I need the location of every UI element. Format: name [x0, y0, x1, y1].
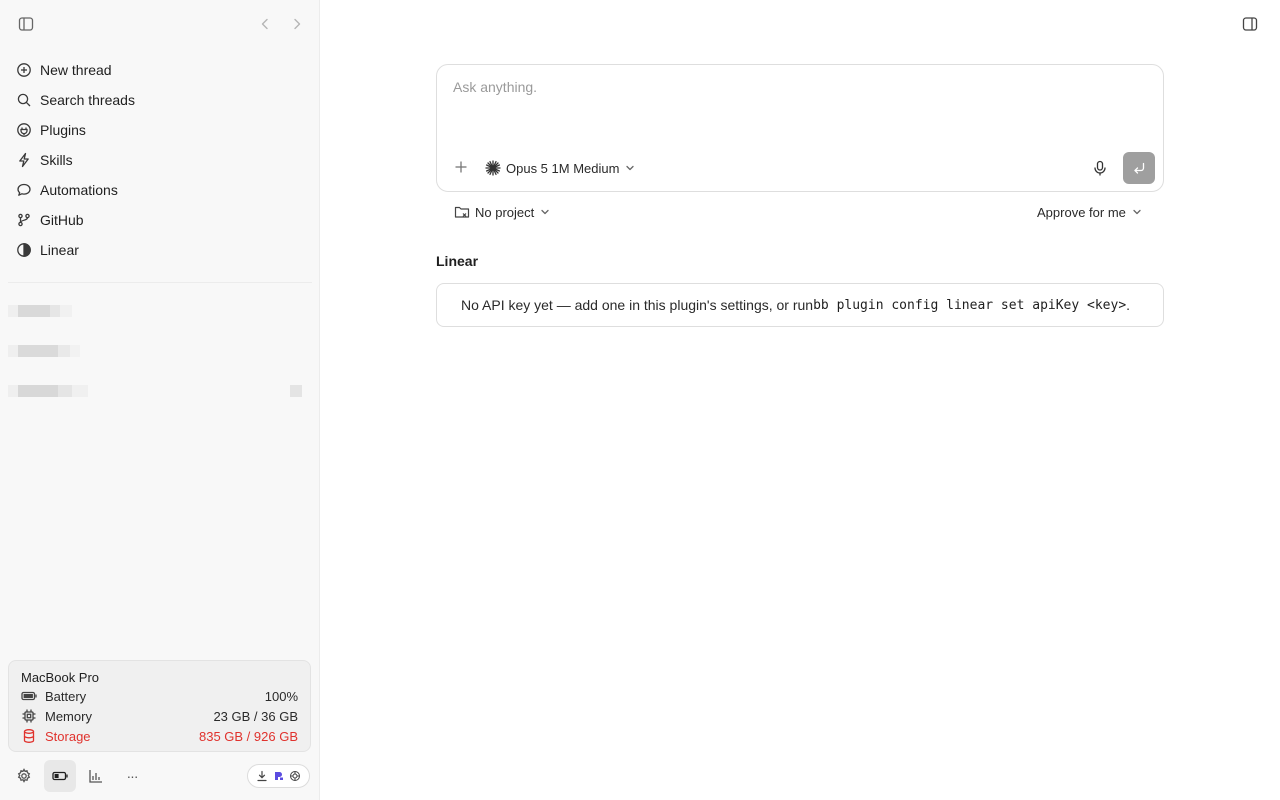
approval-label: Approve for me	[1037, 204, 1126, 220]
battery-stats-button[interactable]	[44, 760, 76, 792]
model-label: Opus 5 1M Medium	[506, 160, 620, 176]
redacted-thread-item[interactable]	[8, 341, 312, 361]
download-icon[interactable]	[255, 769, 269, 783]
sidebar: New thread Search threads Plugins Skills…	[0, 0, 320, 800]
storage-label: Storage	[45, 728, 91, 744]
search-icon	[16, 92, 32, 108]
nav-label: New thread	[40, 62, 112, 78]
chat-bubble-icon	[16, 182, 32, 198]
panel-toggle-icon[interactable]	[1240, 14, 1260, 34]
notice-end: .	[1126, 297, 1131, 313]
storage-value: 835 GB / 926 GB	[198, 728, 298, 744]
gear-icon	[16, 768, 32, 784]
return-arrow-icon	[1132, 161, 1146, 175]
nav-new-thread[interactable]: New thread	[8, 55, 312, 85]
battery-toggle-icon	[52, 768, 68, 784]
project-label: No project	[475, 204, 535, 220]
sparkle-icon	[485, 160, 501, 176]
settings-button[interactable]	[8, 760, 40, 792]
prompt-input[interactable]	[453, 79, 1143, 139]
project-selector[interactable]: No project	[454, 201, 551, 223]
notice-text: No API key yet — add one in this plugin'…	[461, 297, 814, 313]
model-selector[interactable]: Opus 5 1M Medium	[485, 158, 636, 178]
nav-label: Search threads	[40, 92, 135, 108]
approval-selector[interactable]: Approve for me	[1037, 201, 1143, 223]
battery-label: Battery	[45, 688, 87, 704]
sidebar-toggle-icon[interactable]	[16, 14, 36, 34]
nav-label: Automations	[40, 182, 118, 198]
git-branch-icon	[16, 212, 32, 228]
nav-label: Linear	[40, 242, 79, 258]
chip-icon	[21, 708, 37, 724]
folder-x-icon	[454, 204, 470, 220]
send-button[interactable]	[1123, 152, 1155, 184]
usage-chart-button[interactable]	[80, 760, 112, 792]
redacted-thread-item[interactable]	[8, 301, 312, 321]
linear-api-key-notice: No API key yet — add one in this plugin'…	[436, 283, 1164, 327]
half-circle-icon	[16, 242, 32, 258]
nav-automations[interactable]: Automations	[8, 175, 312, 205]
device-stats-card: MacBook Pro Battery 100% Memory 23 GB / …	[8, 660, 311, 752]
more-button[interactable]: ···	[116, 760, 148, 792]
memory-label: Memory	[45, 708, 92, 724]
attach-plus-icon[interactable]	[452, 158, 470, 176]
device-title: MacBook Pro	[21, 670, 100, 685]
notice-command: bb plugin config linear set apiKey <key>	[813, 297, 1127, 313]
nav-plugins[interactable]: Plugins	[8, 115, 312, 145]
status-pill[interactable]	[247, 764, 310, 788]
memory-value: 23 GB / 36 GB	[213, 708, 298, 724]
redacted-thread-item[interactable]	[8, 381, 312, 401]
battery-value: 100%	[264, 688, 298, 704]
nav-search-threads[interactable]: Search threads	[8, 85, 312, 115]
nav-label: Plugins	[40, 122, 86, 138]
storage-row: Storage 835 GB / 926 GB	[21, 726, 298, 746]
forward-chevron-icon[interactable]	[287, 14, 307, 34]
sidebar-divider	[8, 282, 312, 283]
lightning-icon	[16, 152, 32, 168]
plugin-icon	[16, 122, 32, 138]
nav-label: GitHub	[40, 212, 84, 228]
chevron-down-icon	[624, 162, 636, 174]
openai-logo-icon[interactable]	[288, 769, 302, 783]
back-chevron-icon[interactable]	[255, 14, 275, 34]
sidebar-nav: New thread Search threads Plugins Skills…	[8, 55, 312, 265]
bar-chart-icon	[88, 768, 104, 784]
nav-github[interactable]: GitHub	[8, 205, 312, 235]
battery-row: Battery 100%	[21, 686, 298, 706]
microphone-icon[interactable]	[1090, 158, 1110, 178]
nav-skills[interactable]: Skills	[8, 145, 312, 175]
nav-label: Skills	[40, 152, 73, 168]
app-logo-icon[interactable]	[272, 769, 286, 783]
plus-circle-icon	[16, 62, 32, 78]
linear-section-title: Linear	[436, 253, 479, 269]
chevron-down-icon	[1131, 206, 1143, 218]
nav-linear[interactable]: Linear	[8, 235, 312, 265]
battery-icon	[21, 688, 37, 704]
memory-row: Memory 23 GB / 36 GB	[21, 706, 298, 726]
composer: Opus 5 1M Medium	[436, 64, 1164, 192]
chevron-down-icon	[539, 206, 551, 218]
database-icon	[21, 728, 37, 744]
